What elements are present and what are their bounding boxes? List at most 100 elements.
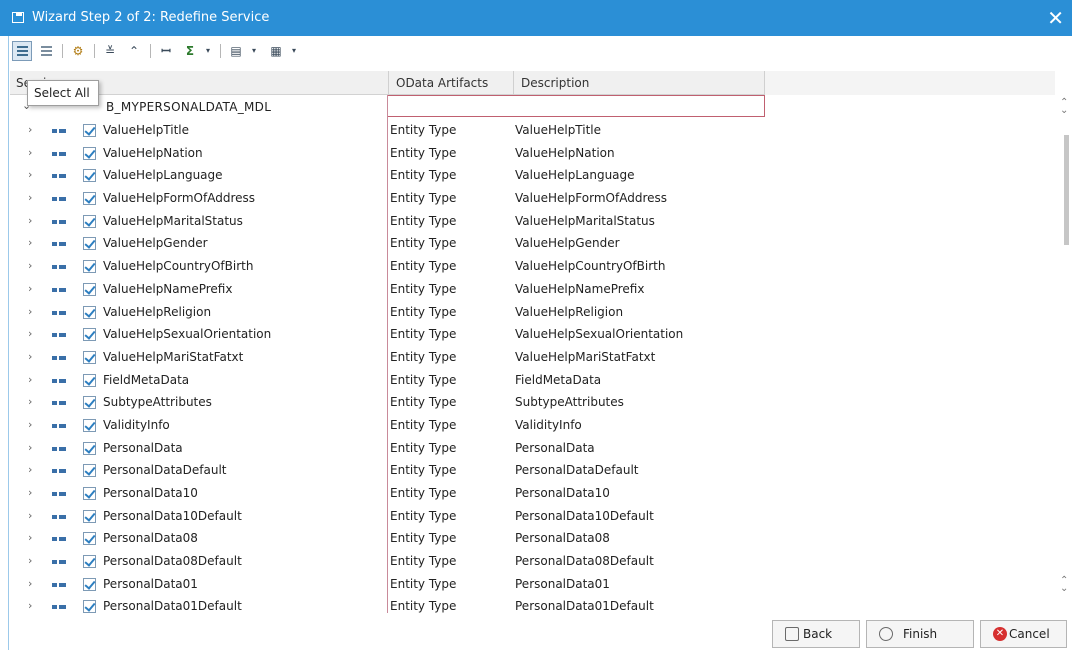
- table-row[interactable]: › ValueHelpTitle Entity Type ValueHelpTitle: [10, 120, 765, 143]
- row-checkbox[interactable]: [83, 305, 96, 319]
- table-row[interactable]: › ValueHelpLanguage Entity Type ValueHelpLa…: [10, 165, 765, 188]
- row-checkbox[interactable]: [83, 577, 96, 591]
- back-button[interactable]: Back: [772, 620, 860, 648]
- row-checkbox[interactable]: [83, 532, 96, 546]
- select-all-button[interactable]: [12, 41, 32, 61]
- sum-dropdown[interactable]: ▾: [202, 41, 214, 61]
- row-checkbox[interactable]: [83, 600, 96, 614]
- settings-button[interactable]: ⚙: [68, 41, 88, 61]
- scroll-up-icon[interactable]: ⌃ ⌄: [1060, 98, 1068, 116]
- expand-toggle-icon[interactable]: ›: [28, 305, 32, 318]
- deselect-all-button[interactable]: [36, 41, 56, 61]
- table-row[interactable]: › ValueHelpGender Entity Type ValueHelpGend…: [10, 233, 765, 256]
- root-selected-cell[interactable]: [387, 95, 765, 117]
- expand-toggle-icon[interactable]: ›: [28, 509, 32, 522]
- expand-toggle-icon[interactable]: ›: [28, 373, 32, 386]
- close-icon[interactable]: ✕: [1047, 6, 1064, 30]
- table-row[interactable]: › PersonalData01Default Entity Type Persona…: [10, 596, 765, 619]
- table-row[interactable]: › ValueHelpMariStatFatxt Entity Type ValueH…: [10, 347, 765, 370]
- entity-description: SubtypeAttributes: [515, 395, 624, 410]
- table-row[interactable]: › ValueHelpNamePrefix Entity Type ValueHelp…: [10, 279, 765, 302]
- row-checkbox[interactable]: [83, 396, 96, 410]
- expand-toggle-icon[interactable]: ›: [28, 554, 32, 567]
- sum-button[interactable]: Σ: [180, 41, 200, 61]
- artifact-type: Entity Type: [390, 145, 457, 160]
- artifact-type: Entity Type: [390, 213, 457, 228]
- expand-toggle-icon[interactable]: ›: [28, 214, 32, 227]
- row-checkbox[interactable]: [83, 555, 96, 569]
- row-checkbox[interactable]: [83, 282, 96, 296]
- column-separator[interactable]: [513, 71, 514, 95]
- row-checkbox[interactable]: [83, 146, 96, 160]
- row-checkbox[interactable]: [83, 350, 96, 364]
- finish-button[interactable]: Finish: [866, 620, 974, 648]
- row-checkbox[interactable]: [83, 509, 96, 523]
- table-row[interactable]: › SubtypeAttributes Entity Type SubtypeAttr…: [10, 392, 765, 415]
- row-checkbox[interactable]: [83, 487, 96, 500]
- column-separator[interactable]: [388, 71, 389, 95]
- scroll-down-icon[interactable]: ⌃ ⌄: [1060, 576, 1068, 594]
- row-checkbox[interactable]: [83, 441, 96, 455]
- dropdown-arrow-icon: ▾: [251, 46, 256, 55]
- row-checkbox[interactable]: [83, 124, 96, 137]
- table-row[interactable]: › PersonalData08Default Entity Type Persona…: [10, 551, 765, 574]
- header-description[interactable]: Description: [521, 76, 589, 90]
- expand-toggle-icon[interactable]: ›: [28, 259, 32, 272]
- expand-toggle-icon[interactable]: ›: [28, 327, 32, 340]
- find-button[interactable]: ꟷ: [156, 41, 176, 61]
- select-all-icon: [17, 46, 28, 57]
- row-checkbox[interactable]: [83, 237, 96, 251]
- expand-toggle-icon[interactable]: ›: [28, 168, 32, 181]
- table-row[interactable]: › PersonalData Entity Type PersonalData: [10, 438, 765, 461]
- expand-toggle-icon[interactable]: ›: [28, 146, 32, 159]
- table-row[interactable]: › ValueHelpMaritalStatus Entity Type ValueH…: [10, 211, 765, 234]
- row-checkbox[interactable]: [83, 214, 96, 228]
- expand-toggle-icon[interactable]: ›: [28, 599, 32, 612]
- table-row[interactable]: › ValidityInfo Entity Type ValidityInfo: [10, 415, 765, 438]
- artifact-type: Entity Type: [390, 486, 457, 500]
- table-row[interactable]: › PersonalDataDefault Entity Type PersonalD…: [10, 460, 765, 483]
- entity-node-icon: [52, 492, 66, 496]
- expand-toggle-icon[interactable]: ›: [28, 531, 32, 544]
- table-row[interactable]: › FieldMetaData Entity Type FieldMetaData: [10, 370, 765, 393]
- table-row[interactable]: › PersonalData10Default Entity Type Persona…: [10, 506, 765, 529]
- layout-dropdown[interactable]: ▾: [288, 41, 300, 61]
- layout-button[interactable]: ▦: [266, 41, 286, 61]
- table-row[interactable]: › PersonalData08 Entity Type PersonalData08: [10, 528, 765, 551]
- row-checkbox[interactable]: [83, 373, 96, 387]
- table-row[interactable]: › ValueHelpSexualOrientation Entity Type Va…: [10, 324, 765, 347]
- print-button[interactable]: ▤: [226, 41, 246, 61]
- table-row[interactable]: › ValueHelpCountryOfBirth Entity Type Value…: [10, 256, 765, 279]
- expand-toggle-icon[interactable]: ›: [28, 577, 32, 590]
- cancel-button[interactable]: ✕ Cancel: [980, 620, 1067, 648]
- row-checkbox[interactable]: [83, 328, 96, 342]
- table-row[interactable]: › ValueHelpNation Entity Type ValueHelpNati…: [10, 143, 765, 166]
- row-checkbox[interactable]: [83, 418, 96, 432]
- header-odata-artifacts[interactable]: OData Artifacts: [396, 76, 488, 90]
- row-checkbox[interactable]: [83, 464, 96, 478]
- collapse-all-button[interactable]: ⌃: [124, 41, 144, 61]
- expand-toggle-icon[interactable]: ›: [28, 463, 32, 476]
- scroll-thumb[interactable]: [1064, 135, 1069, 245]
- expand-all-button[interactable]: ≚: [100, 41, 120, 61]
- expand-toggle-icon[interactable]: ›: [28, 395, 32, 408]
- row-checkbox[interactable]: [83, 260, 96, 274]
- expand-toggle-icon[interactable]: ›: [28, 191, 32, 204]
- row-checkbox[interactable]: [83, 192, 96, 206]
- table-row[interactable]: › PersonalData10 Entity Type PersonalData10: [10, 483, 765, 506]
- dialog-border: [8, 36, 9, 650]
- expand-toggle-icon[interactable]: ›: [28, 418, 32, 431]
- table-row[interactable]: › ValueHelpReligion Entity Type ValueHelpRe…: [10, 302, 765, 325]
- print-dropdown[interactable]: ▾: [248, 41, 260, 61]
- row-checkbox[interactable]: [83, 169, 96, 183]
- expand-toggle-icon[interactable]: ›: [28, 236, 32, 249]
- expand-toggle-icon[interactable]: ›: [28, 350, 32, 363]
- expand-toggle-icon[interactable]: ›: [28, 282, 32, 295]
- entity-node-icon: [52, 560, 66, 565]
- expand-toggle-icon[interactable]: ›: [28, 486, 32, 499]
- expand-toggle-icon[interactable]: ›: [28, 123, 32, 136]
- table-row[interactable]: › PersonalData01 Entity Type PersonalData01: [10, 574, 765, 597]
- expand-toggle-icon[interactable]: ›: [28, 441, 32, 454]
- table-row[interactable]: › ValueHelpFormOfAddress Entity Type ValueH…: [10, 188, 765, 211]
- vertical-scrollbar[interactable]: ⌃ ⌄ ⌃ ⌄: [1058, 95, 1072, 610]
